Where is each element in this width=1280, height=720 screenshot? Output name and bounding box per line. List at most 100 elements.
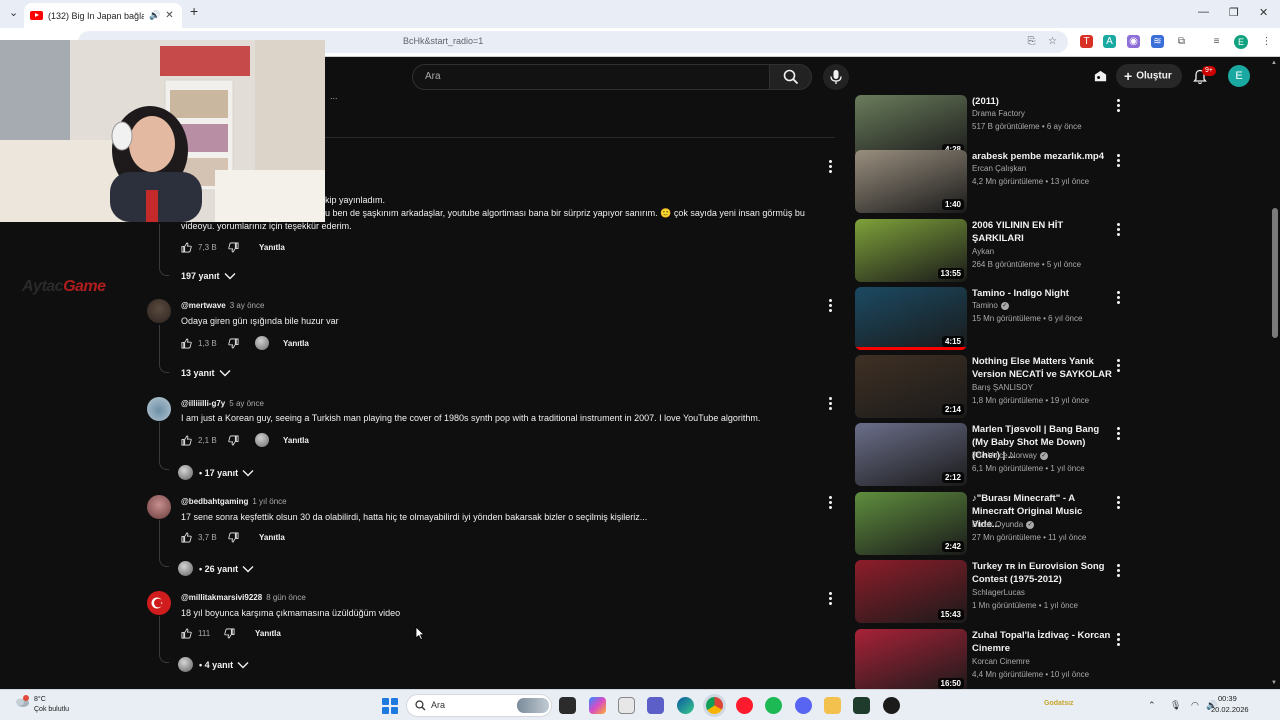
search-input[interactable]: Ara [412,64,770,90]
replies-toggle[interactable]: • 17 yanıt [178,465,254,480]
video-title[interactable]: Nothing Else Matters Yanık Version NECAT… [972,355,1112,381]
app-icon[interactable] [853,697,870,714]
avatar[interactable] [147,397,171,421]
comment-author[interactable]: @millitakmarsivi9228 8 gün önce [181,593,306,602]
reply-button[interactable]: Yanıtla [255,629,281,638]
file-explorer-icon[interactable] [824,697,841,714]
reading-list-icon[interactable]: ≡ [1210,35,1223,48]
video-menu-icon[interactable] [1117,223,1120,238]
comment-menu-icon[interactable] [829,592,833,607]
recommended-video[interactable]: 16:50 Zuhal Topal'la İzdivaç - Korcan Cin… [855,629,1135,693]
video-channel[interactable]: Burak Oyunda ✓ [972,520,1035,529]
account-avatar[interactable]: E [1228,65,1250,87]
new-tab-icon[interactable]: + [190,3,198,19]
comment-author[interactable]: @mertwave 3 ay önce [181,301,264,310]
clock-time[interactable]: 00:39 [1218,694,1237,703]
video-thumbnail[interactable]: 4:15 [855,287,967,350]
dislike-icon[interactable] [228,532,239,543]
mic-tray-icon[interactable]: 🎙 [1170,700,1181,711]
avatar[interactable] [147,495,171,519]
comment-author[interactable]: @illiiilli-g7y 5 ay önce [181,399,264,408]
close-window-icon[interactable]: ✕ [1259,6,1268,19]
extensions-puzzle-icon[interactable]: ⧉ [1175,35,1188,48]
video-channel[interactable]: Drama Factory [972,109,1025,118]
settings-gear-icon[interactable] [618,697,635,714]
tab-list-icon[interactable]: ⌄ [9,6,18,19]
video-menu-icon[interactable] [1117,99,1120,114]
video-channel[interactable]: Barış ŞANLISOY [972,383,1033,392]
video-title[interactable]: Tamino - Indigo Night [972,287,1112,300]
search-button[interactable] [769,64,812,90]
bookmark-star-icon[interactable]: ☆ [1046,35,1059,48]
voice-search-button[interactable] [823,64,849,90]
dislike-icon[interactable] [228,435,239,446]
cloudy-weather-icon[interactable] [14,695,30,709]
browser-menu-icon[interactable]: ⋮ [1260,35,1273,48]
copilot-icon[interactable] [589,697,606,714]
extension-2-icon[interactable]: A [1103,35,1116,48]
taskbar-search[interactable]: Ara [406,694,552,717]
scrollbar-thumb[interactable] [1272,208,1278,338]
video-menu-icon[interactable] [1117,291,1120,306]
replies-toggle[interactable]: • 4 yanıt [178,657,249,672]
video-menu-icon[interactable] [1117,359,1120,374]
recommended-video[interactable]: 2:12 Marlen Tjøsvoll | Bang Bang (My Baby… [855,423,1135,487]
video-menu-icon[interactable] [1117,564,1120,579]
opera-icon[interactable] [736,697,753,714]
recommended-video[interactable]: 2:42 ♪"Burası Minecraft" - A Minecraft Or… [855,492,1135,556]
video-menu-icon[interactable] [1117,633,1120,648]
extension-3-icon[interactable]: ◉ [1127,35,1140,48]
create-button[interactable]: + Oluştur [1116,64,1182,88]
video-thumbnail[interactable]: 1:40 [855,150,967,213]
video-channel[interactable]: Aykan [972,247,994,256]
comment-author[interactable]: @bedbahtgaming 1 yıl önce [181,497,287,506]
audio-playing-icon[interactable]: 🔊 [149,10,160,21]
dislike-icon[interactable] [228,242,239,253]
comment-menu-icon[interactable] [829,496,833,511]
like-icon[interactable] [181,338,192,349]
comment-menu-icon[interactable] [829,299,833,314]
video-menu-icon[interactable] [1117,427,1120,442]
scroll-down-icon[interactable]: ▼ [1271,680,1277,686]
task-view-icon[interactable] [559,697,576,714]
dislike-icon[interactable] [224,628,235,639]
recommended-video[interactable]: 15:43 Turkey ᴛʀ in Eurovision Song Contes… [855,560,1135,624]
video-menu-icon[interactable] [1117,154,1120,169]
video-title[interactable]: 2006 YILININ EN HİT ŞARKILARI [972,219,1112,245]
video-channel[interactable]: Tamino ✓ [972,301,1009,310]
avatar[interactable] [147,299,171,323]
minimize-icon[interactable]: — [1198,6,1209,18]
video-title[interactable]: (2011) [972,95,1112,108]
browser-tab[interactable]: (132) Big In Japan bağlama 🔊 ✕ [24,3,182,28]
video-thumbnail[interactable]: 16:50 [855,629,967,692]
video-menu-icon[interactable] [1117,496,1120,511]
app-g-icon[interactable] [883,697,900,714]
wifi-icon[interactable]: ◠ [1191,700,1199,711]
video-thumbnail[interactable]: 2:14 [855,355,967,418]
video-thumbnail[interactable]: 15:43 [855,560,967,623]
video-channel[interactable]: The Voice Norway ✓ [972,451,1048,460]
extension-4-icon[interactable]: ≋ [1151,35,1164,48]
video-title[interactable]: Turkey ᴛʀ in Eurovision Song Contest (19… [972,560,1112,586]
avatar[interactable] [147,591,171,615]
extension-1-icon[interactable]: T [1080,35,1093,48]
like-icon[interactable] [181,628,192,639]
browser-profile-avatar[interactable]: E [1234,35,1248,49]
like-icon[interactable] [181,242,192,253]
chrome-icon[interactable] [706,697,723,714]
recommended-video[interactable]: 13:55 2006 YILININ EN HİT ŞARKILARI Aykan 2… [855,219,1135,283]
tray-overflow-icon[interactable]: ⌃ [1148,700,1156,711]
page-scrollbar[interactable] [1270,57,1280,689]
video-thumbnail[interactable]: 2:42 [855,492,967,555]
replies-toggle[interactable]: 197 yanıt [181,271,236,281]
video-thumbnail[interactable]: 13:55 [855,219,967,282]
reply-button[interactable]: Yanıtla [283,436,309,445]
maximize-icon[interactable]: ❐ [1229,6,1239,19]
comment-menu-icon[interactable] [829,397,833,412]
windows-start-button[interactable] [382,698,398,714]
reply-button[interactable]: Yanıtla [259,533,285,542]
video-thumbnail[interactable]: 4:28 [855,95,967,158]
replies-toggle[interactable]: 13 yanıt [181,368,231,378]
clock-date[interactable]: 20.02.2026 [1211,705,1249,714]
video-thumbnail[interactable]: 2:12 [855,423,967,486]
